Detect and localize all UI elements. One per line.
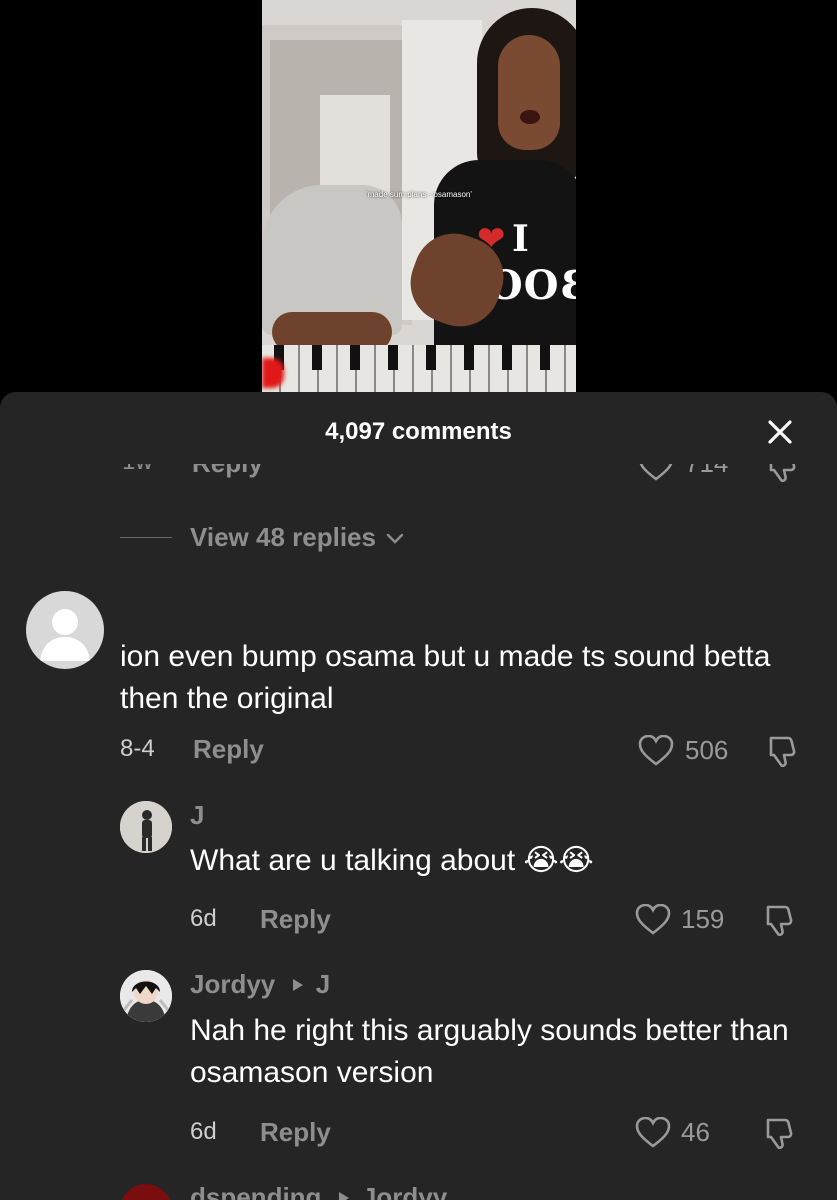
- comment-reply-button[interactable]: Reply: [193, 734, 264, 765]
- prev-comment-reply-button[interactable]: Reply: [192, 464, 263, 479]
- like-heart-icon[interactable]: [635, 1117, 671, 1149]
- dislike-icon[interactable]: [763, 1117, 797, 1151]
- prev-comment-time: 1w: [122, 464, 153, 476]
- reply-time: 6d: [190, 1118, 217, 1145]
- reply-reply-button[interactable]: Reply: [260, 904, 331, 935]
- reply-author[interactable]: dspending: [190, 1182, 321, 1200]
- piano-black-keys: [262, 345, 576, 370]
- reply-text: Nah he right this arguably sounds better…: [190, 1014, 789, 1089]
- replies-divider: [120, 537, 172, 538]
- like-heart-icon[interactable]: [635, 904, 671, 936]
- close-icon[interactable]: [762, 414, 798, 450]
- default-avatar-icon: [40, 609, 90, 661]
- comment-like-count: 506: [685, 735, 729, 765]
- comment-time: 8-4: [120, 735, 155, 762]
- person-mouth: [520, 110, 540, 124]
- reply-arrow-icon: [338, 1192, 349, 1200]
- like-heart-icon[interactable]: [638, 464, 674, 482]
- reply-avatar[interactable]: [120, 801, 172, 853]
- reply-author[interactable]: Jordyy: [190, 969, 275, 999]
- reply-time: 6d: [190, 905, 217, 932]
- view-replies-button[interactable]: View 48 replies: [190, 522, 405, 553]
- reply-author[interactable]: J: [190, 800, 204, 831]
- avatar-photo-icon: [120, 801, 172, 853]
- chevron-down-icon: [387, 533, 404, 544]
- reply-like-count: 46: [681, 1117, 710, 1147]
- prev-comment-like-count: 714: [685, 464, 728, 479]
- avatar[interactable]: [26, 591, 104, 669]
- red-light: [262, 358, 284, 388]
- comments-list[interactable]: 1w Reply 714 View 48 replies ion even bu…: [0, 464, 837, 1200]
- comments-sheet: 4,097 comments 1w Reply 714 View 48 repl…: [0, 392, 837, 1200]
- video-caption: 'made sum plans - osamason': [366, 190, 472, 199]
- dislike-icon[interactable]: [766, 735, 800, 769]
- dislike-icon[interactable]: [763, 904, 797, 938]
- shirt-text-i: I: [512, 218, 529, 260]
- video-preview[interactable]: ❤ I BOOB 'made sum plans - osamason': [262, 0, 576, 392]
- reply-avatar[interactable]: [120, 1184, 172, 1200]
- reply-avatar[interactable]: [120, 970, 172, 1022]
- like-heart-icon[interactable]: [638, 735, 674, 767]
- comment-text: ion even bump osama but u made ts sound …: [120, 640, 771, 715]
- view-replies-label: View 48 replies: [190, 522, 376, 552]
- reply-text: What are u talking about 😭😭: [190, 844, 594, 877]
- reply-like-count: 159: [681, 904, 725, 934]
- person-face: [498, 35, 560, 150]
- avatar-photo-icon: [120, 970, 172, 1022]
- reply-author-line: dspending Jordyy: [190, 1182, 447, 1200]
- comments-count-title: 4,097 comments: [325, 418, 512, 445]
- reply-to-author[interactable]: Jordyy: [362, 1182, 447, 1200]
- reply-to-author[interactable]: J: [316, 969, 330, 999]
- reply-author-line: Jordyy J: [190, 969, 330, 1000]
- dislike-icon[interactable]: [766, 464, 800, 484]
- reply-reply-button[interactable]: Reply: [260, 1117, 331, 1148]
- reply-arrow-icon: [292, 979, 303, 991]
